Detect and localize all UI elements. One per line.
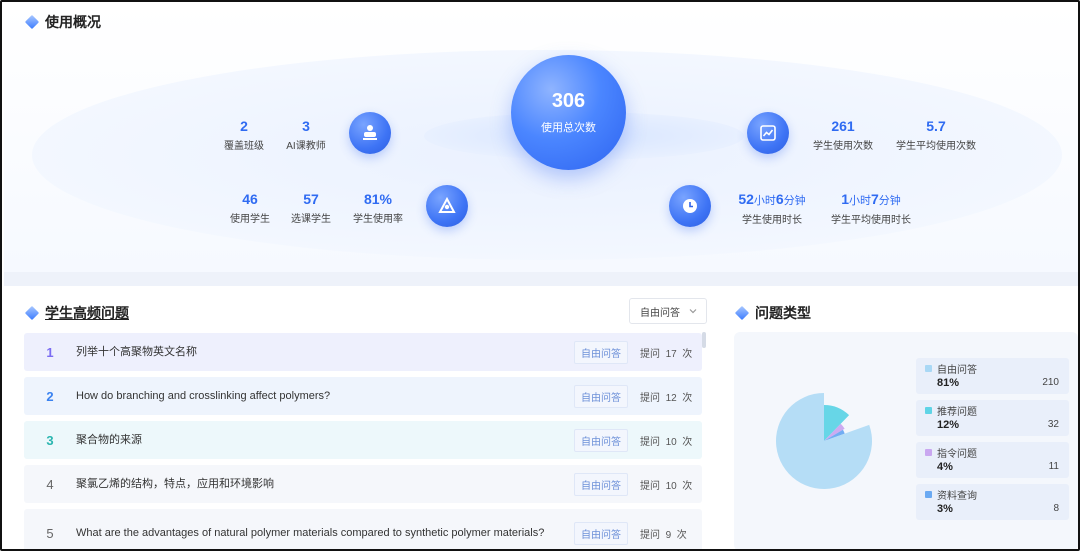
total-usage-label: 使用总次数	[541, 122, 596, 134]
question-count: 提问 17 次	[640, 348, 693, 360]
questions-title: 学生高频问题	[24, 303, 129, 323]
teacher-icon	[349, 112, 391, 154]
app-frame: 使用概况 306 使用总次数 2 覆盖班级 3 AI课教师 46 使用学生 57…	[0, 0, 1080, 551]
legend-count: 32	[1047, 419, 1059, 430]
question-text: What are the advantages of natural polym…	[76, 526, 545, 539]
students-icon	[426, 185, 468, 227]
question-row[interactable]: 4 聚氯乙烯的结构，特点，应用和环境影响 自由问答 提问 10 次	[24, 465, 702, 503]
total-usage-ball: 306 使用总次数	[511, 55, 626, 170]
legend-swatch	[925, 407, 932, 414]
overview-title: 使用概况	[24, 12, 101, 32]
stat-student-usage-time: 52小时6分钟 学生使用时长	[738, 191, 806, 226]
question-tag: 自由问答	[574, 521, 628, 545]
legend-percent: 81%	[937, 377, 960, 389]
legend-item[interactable]: 推荐问题 12% 32	[916, 400, 1069, 436]
question-tag: 自由问答	[574, 428, 628, 452]
stat-avg-usage-time: 1小时7分钟 学生平均使用时长	[831, 191, 911, 226]
pie-slice[interactable]	[776, 393, 872, 489]
question-rank: 5	[46, 525, 54, 541]
stat-ai-teachers: 3 AI课教师	[286, 118, 326, 152]
section-divider	[4, 272, 1078, 286]
question-tag: 自由问答	[574, 472, 628, 496]
question-rank: 2	[46, 388, 54, 404]
scrollbar-thumb[interactable]	[702, 332, 706, 348]
diamond-icon	[734, 305, 750, 321]
legend-name: 推荐问题	[937, 407, 977, 418]
legend-swatch	[925, 491, 932, 498]
legend-name: 指令问题	[937, 449, 977, 460]
question-count: 提问 10 次	[640, 480, 693, 492]
question-rank: 1	[46, 344, 54, 360]
diamond-icon	[24, 14, 40, 30]
legend-percent: 12%	[937, 419, 960, 431]
question-count: 提问 10 次	[640, 436, 693, 448]
question-type-chart	[776, 393, 872, 489]
question-rank: 3	[46, 432, 54, 448]
legend-count: 11	[1048, 461, 1059, 472]
legend-swatch	[925, 365, 932, 372]
stat-covered-classes: 2 覆盖班级	[224, 118, 264, 152]
legend-item[interactable]: 指令问题 4% 11	[916, 442, 1069, 478]
question-tag: 自由问答	[574, 340, 628, 364]
question-row[interactable]: 2 How do branching and crosslinking affec…	[24, 377, 702, 415]
types-title: 问题类型	[734, 303, 811, 323]
question-text: 聚氯乙烯的结构，特点，应用和环境影响	[76, 477, 274, 490]
legend-name: 自由问答	[937, 365, 977, 376]
question-row[interactable]: 1 列举十个高聚物英文名称 自由问答 提问 17 次	[24, 333, 702, 371]
stat-student-usage-rate: 81% 学生使用率	[353, 191, 403, 225]
legend-percent: 4%	[937, 461, 953, 473]
total-usage-value: 306	[551, 90, 586, 112]
legend-name: 资料查询	[937, 491, 977, 502]
question-count: 提问 12 次	[640, 392, 693, 404]
stat-active-students: 46 使用学生	[230, 191, 270, 225]
question-text: 聚合物的来源	[76, 433, 142, 446]
question-count: 提问 9 次	[640, 529, 687, 541]
question-text: 列举十个高聚物英文名称	[76, 345, 197, 358]
question-tag: 自由问答	[574, 384, 628, 408]
question-row[interactable]: 5 What are the advantages of natural poly…	[24, 509, 702, 549]
legend-count: 8	[1053, 503, 1059, 514]
stat-enrolled-students: 57 选课学生	[291, 191, 331, 225]
question-rank: 4	[46, 476, 54, 492]
stat-student-usage-count: 261 学生使用次数	[813, 118, 873, 152]
chevron-down-icon	[689, 309, 697, 314]
legend-item[interactable]: 自由问答 81% 210	[916, 358, 1069, 394]
question-filter-dropdown[interactable]: 自由问答	[629, 298, 707, 324]
diamond-icon	[24, 305, 40, 321]
legend-percent: 3%	[937, 503, 953, 515]
question-row[interactable]: 3 聚合物的来源 自由问答 提问 10 次	[24, 421, 702, 459]
legend-count: 210	[1042, 377, 1059, 388]
clock-icon	[669, 185, 711, 227]
question-text: How do branching and crosslinking affect…	[76, 389, 331, 402]
legend-item[interactable]: 资料查询 3% 8	[916, 484, 1069, 520]
stat-avg-usage-count: 5.7 学生平均使用次数	[896, 118, 976, 152]
legend-swatch	[925, 449, 932, 456]
chart-icon	[747, 112, 789, 154]
